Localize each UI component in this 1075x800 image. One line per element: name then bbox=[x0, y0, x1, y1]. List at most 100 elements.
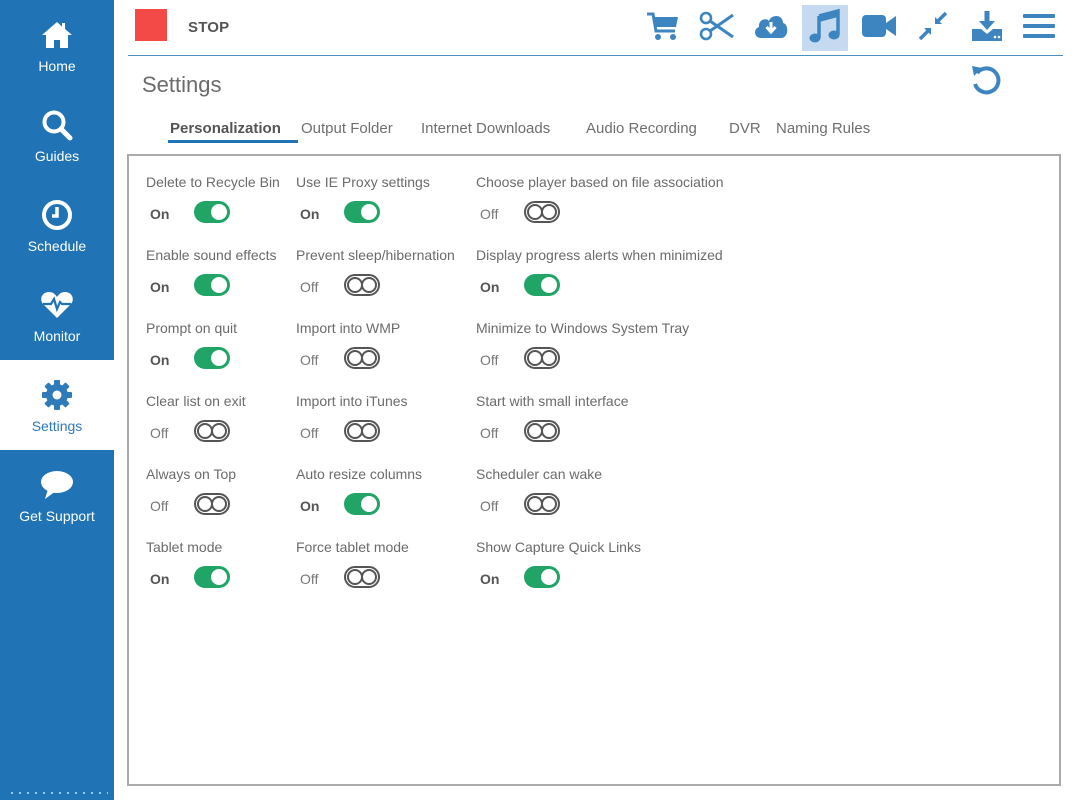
toggle-switch[interactable] bbox=[524, 420, 560, 442]
sidebar-item-monitor[interactable]: Monitor bbox=[0, 270, 114, 360]
toggle-state-text: On bbox=[300, 206, 320, 222]
cart-button[interactable] bbox=[640, 5, 686, 51]
setting-label: Use IE Proxy settings bbox=[296, 174, 430, 190]
tab-personalization[interactable]: Personalization bbox=[170, 120, 281, 137]
toggle-switch[interactable] bbox=[194, 566, 230, 588]
tab-naming-rules[interactable]: Naming Rules bbox=[776, 120, 870, 137]
setting-import-into-wmp: Import into WMP Off bbox=[296, 320, 476, 382]
compress-icon bbox=[917, 10, 949, 47]
toggle-knob bbox=[361, 569, 377, 585]
tab-dvr[interactable]: DVR bbox=[729, 120, 761, 137]
download-button[interactable] bbox=[964, 5, 1010, 51]
toggle-switch[interactable] bbox=[344, 493, 380, 515]
setting-label: Start with small interface bbox=[476, 393, 629, 409]
toggle-switch[interactable] bbox=[524, 566, 560, 588]
setting-auto-resize-columns: Auto resize columns On bbox=[296, 466, 476, 528]
toggle-state-text: On bbox=[480, 279, 500, 295]
toggle-state-text: Off bbox=[300, 279, 319, 295]
toggle-state-text: Off bbox=[300, 352, 319, 368]
video-camera-button[interactable] bbox=[856, 5, 902, 51]
sidebar-item-label: Get Support bbox=[19, 508, 95, 524]
sidebar-item-home[interactable]: Home bbox=[0, 0, 114, 90]
toggle-switch[interactable] bbox=[344, 566, 380, 588]
compress-button[interactable] bbox=[910, 5, 956, 51]
setting-label: Scheduler can wake bbox=[476, 466, 603, 482]
setting-label: Import into iTunes bbox=[296, 393, 408, 409]
toggle-switch[interactable] bbox=[344, 274, 380, 296]
heartbeat-icon bbox=[40, 288, 74, 322]
toggle-state-text: Off bbox=[300, 571, 319, 587]
app-window: Home Guides Schedule Monitor Settings Ge… bbox=[0, 0, 1075, 800]
hamburger-menu-icon bbox=[1022, 12, 1056, 45]
toggle-switch[interactable] bbox=[194, 420, 230, 442]
toggle-knob bbox=[541, 423, 557, 439]
toggle-switch[interactable] bbox=[194, 347, 230, 369]
sidebar-item-label: Home bbox=[38, 58, 76, 74]
toggle-knob bbox=[361, 204, 377, 220]
toggle-state-text: On bbox=[300, 498, 320, 514]
tab-output-folder[interactable]: Output Folder bbox=[301, 120, 393, 137]
sidebar-item-get-support[interactable]: Get Support bbox=[0, 450, 114, 540]
stop-label[interactable]: STOP bbox=[188, 19, 229, 36]
chat-bubble-icon bbox=[40, 468, 74, 502]
toggle-switch[interactable] bbox=[524, 347, 560, 369]
sidebar-item-label: Schedule bbox=[27, 238, 87, 254]
toggle-knob bbox=[541, 569, 557, 585]
toggle-switch[interactable] bbox=[194, 274, 230, 296]
toggle-switch[interactable] bbox=[344, 347, 380, 369]
tab-audio-recording[interactable]: Audio Recording bbox=[586, 120, 697, 137]
toggle-knob bbox=[361, 423, 377, 439]
setting-label: Enable sound effects bbox=[146, 247, 277, 263]
toggle-knob bbox=[541, 277, 557, 293]
toggle-knob bbox=[361, 496, 377, 512]
toggle-knob bbox=[211, 496, 227, 512]
toggle-knob bbox=[361, 277, 377, 293]
video-camera-icon bbox=[861, 13, 897, 44]
sidebar-item-settings[interactable]: Settings bbox=[0, 360, 114, 450]
setting-label: Prevent sleep/hibernation bbox=[296, 247, 455, 263]
page-title: Settings bbox=[142, 72, 222, 97]
sidebar-item-label: Guides bbox=[34, 148, 80, 164]
toggle-state-text: Off bbox=[480, 498, 499, 514]
music-button[interactable] bbox=[802, 5, 848, 51]
sidebar-resize-grip[interactable] bbox=[8, 792, 108, 794]
cloud-download-button[interactable] bbox=[748, 5, 794, 51]
sidebar-item-guides[interactable]: Guides bbox=[0, 90, 114, 180]
setting-label: Force tablet mode bbox=[296, 539, 409, 555]
sidebar: Home Guides Schedule Monitor Settings Ge… bbox=[0, 0, 114, 800]
toggle-knob bbox=[211, 204, 227, 220]
menu-button[interactable] bbox=[1016, 5, 1062, 51]
toggle-switch[interactable] bbox=[524, 201, 560, 223]
toggle-state-text: Off bbox=[300, 425, 319, 441]
setting-import-into-itunes: Import into iTunes Off bbox=[296, 393, 476, 455]
search-icon bbox=[40, 108, 74, 142]
setting-label: Prompt on quit bbox=[146, 320, 238, 336]
home-icon bbox=[40, 18, 74, 52]
sidebar-item-schedule[interactable]: Schedule bbox=[0, 180, 114, 270]
toggle-knob bbox=[211, 350, 227, 366]
music-note-icon bbox=[809, 8, 841, 49]
scissors-button[interactable] bbox=[694, 5, 740, 51]
scissors-icon bbox=[699, 11, 735, 46]
setting-use-ie-proxy-settings: Use IE Proxy settings On bbox=[296, 174, 476, 236]
toggle-knob bbox=[211, 423, 227, 439]
setting-label: Display progress alerts when minimized bbox=[476, 247, 723, 263]
toggle-switch[interactable] bbox=[344, 420, 380, 442]
toggle-switch[interactable] bbox=[194, 493, 230, 515]
toggle-switch[interactable] bbox=[524, 274, 560, 296]
reset-button[interactable] bbox=[966, 62, 1006, 102]
stop-button[interactable] bbox=[135, 9, 167, 41]
sidebar-item-label: Monitor bbox=[33, 328, 81, 344]
toggle-switch[interactable] bbox=[194, 201, 230, 223]
toggle-switch[interactable] bbox=[524, 493, 560, 515]
toggle-knob bbox=[541, 204, 557, 220]
toolbar: STOP bbox=[128, 0, 1063, 56]
toggle-state-text: Off bbox=[480, 425, 499, 441]
toggle-knob bbox=[541, 350, 557, 366]
toggle-knob bbox=[541, 496, 557, 512]
tab-internet-downloads[interactable]: Internet Downloads bbox=[421, 120, 550, 137]
setting-minimize-to-windows-system-tray: Minimize to Windows System Tray Off bbox=[476, 320, 689, 382]
toggle-state-text: Off bbox=[150, 425, 169, 441]
toggle-switch[interactable] bbox=[344, 201, 380, 223]
toggle-knob bbox=[361, 350, 377, 366]
